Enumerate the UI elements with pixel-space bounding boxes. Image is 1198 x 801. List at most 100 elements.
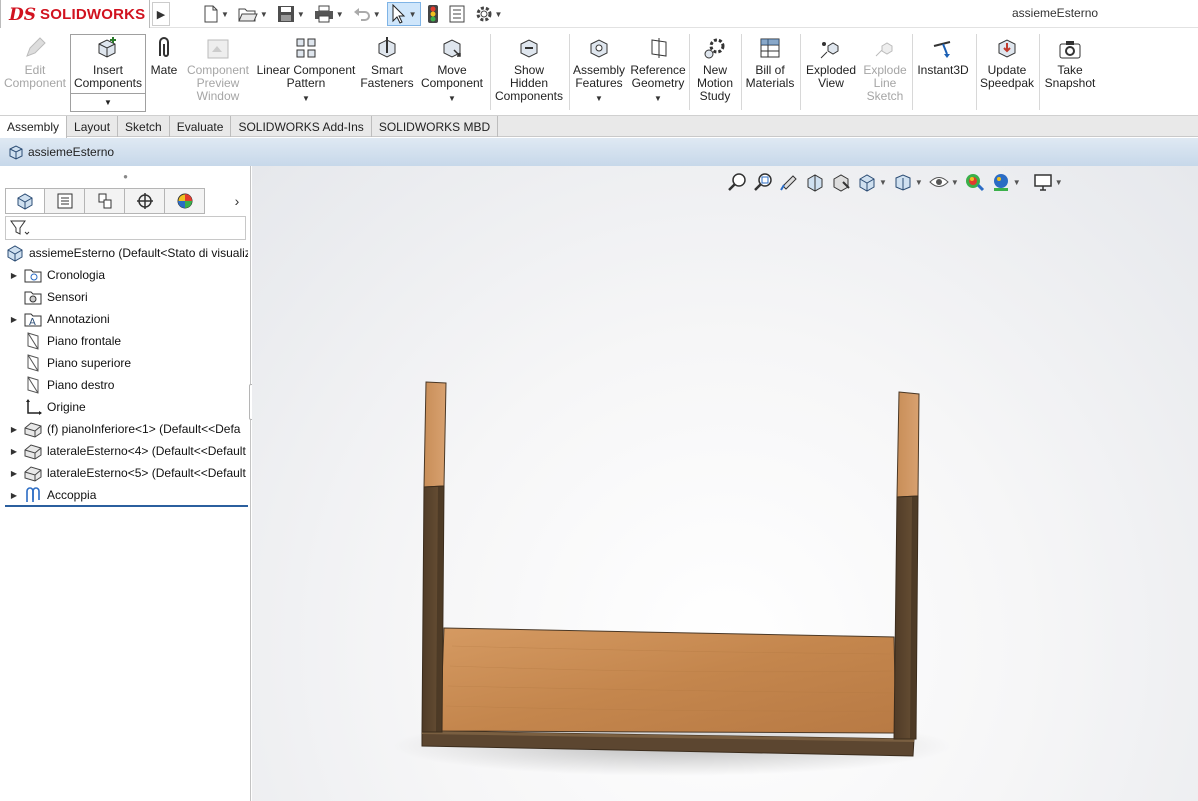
zoom-to-area-button[interactable] — [751, 171, 775, 193]
previous-view-button[interactable] — [777, 171, 801, 193]
tree-item-cronologia[interactable]: ▶ Cronologia — [5, 264, 248, 286]
tree-item-laterale-esterno-4[interactable]: ▶ lateraleEsterno<4> (Default<<Default — [5, 440, 248, 462]
new-document-button[interactable]: ▼ — [200, 2, 232, 26]
view-settings-button[interactable]: ▼ — [1031, 171, 1065, 193]
rebuild-button[interactable] — [424, 2, 442, 26]
smart-fasteners-button[interactable]: Smart Fasteners — [358, 32, 416, 112]
undo-dropdown-chevron-icon[interactable]: ▼ — [373, 10, 381, 19]
mate-button[interactable]: Mate — [148, 32, 180, 112]
new-motion-study-button[interactable]: New Motion Study — [691, 32, 739, 112]
annotation-icon: A — [24, 313, 42, 327]
expand-chevron-icon[interactable]: ▶ — [5, 315, 23, 324]
print-dropdown-chevron-icon[interactable]: ▼ — [336, 10, 344, 19]
tree-item-laterale-esterno-5[interactable]: ▶ lateraleEsterno<5> (Default<<Default — [5, 462, 248, 484]
tab-evaluate[interactable]: Evaluate — [170, 116, 232, 137]
apply-scene-button[interactable]: ▼ — [989, 171, 1023, 193]
tree-item-piano-superiore[interactable]: Piano superiore — [5, 352, 248, 374]
bottom-board-top-face[interactable] — [439, 627, 897, 734]
print-button[interactable]: ▼ — [311, 2, 347, 26]
assembly-features-dropdown-icon[interactable]: ▼ — [595, 92, 603, 105]
bill-of-materials-button[interactable]: Bill of Materials — [743, 32, 797, 112]
apply-scene-dropdown-icon[interactable]: ▼ — [1013, 178, 1021, 187]
feature-manager-icon — [17, 193, 33, 210]
section-view-button[interactable] — [803, 171, 827, 193]
view-orientation-button[interactable]: ▼ — [855, 171, 889, 193]
view-orientation-dropdown-icon[interactable]: ▼ — [879, 178, 887, 187]
linear-pattern-dropdown-icon[interactable]: ▼ — [302, 92, 310, 105]
display-style-button[interactable]: ▼ — [891, 171, 925, 193]
menu-expand-arrow-icon[interactable]: ▶ — [152, 2, 170, 26]
tab-assembly[interactable]: Assembly — [0, 116, 68, 138]
save-dropdown-chevron-icon[interactable]: ▼ — [297, 10, 305, 19]
tree-item-origine[interactable]: Origine — [5, 396, 248, 418]
tab-sketch[interactable]: Sketch — [118, 116, 170, 137]
tree-item-piano-inferiore[interactable]: ▶ (f) pianoInferiore<1> (Default<<Defa — [5, 418, 248, 440]
select-dropdown-chevron-icon[interactable]: ▼ — [409, 10, 417, 19]
tree-item-annotazioni[interactable]: ▶ A Annotazioni — [5, 308, 248, 330]
reference-geometry-button[interactable]: Reference Geometry ▼ — [629, 32, 687, 112]
edit-component-button[interactable]: Edit Component — [2, 32, 68, 112]
hide-show-dropdown-icon[interactable]: ▼ — [951, 178, 959, 187]
options-dropdown-chevron-icon[interactable]: ▼ — [495, 10, 503, 19]
tab-configuration-manager[interactable] — [85, 188, 125, 214]
tree-filter[interactable] — [5, 216, 246, 240]
assembly-features-button[interactable]: Assembly Features ▼ — [571, 32, 627, 112]
show-hidden-components-button[interactable]: Show Hidden Components — [492, 32, 566, 112]
tree-item-accoppia[interactable]: ▶ Accoppia — [5, 484, 248, 506]
tab-property-manager[interactable] — [45, 188, 85, 214]
tab-display-manager[interactable] — [165, 188, 205, 214]
reference-geometry-dropdown-icon[interactable]: ▼ — [654, 92, 662, 105]
expand-chevron-icon[interactable]: ▶ — [5, 447, 23, 456]
graphics-area[interactable] — [252, 166, 1198, 801]
breadcrumb-label[interactable]: assiemeEsterno — [28, 145, 114, 159]
file-properties-button[interactable] — [445, 2, 469, 26]
options-gear-icon — [476, 6, 492, 22]
edit-appearance-button[interactable] — [963, 171, 987, 193]
view-settings-dropdown-icon[interactable]: ▼ — [1055, 178, 1063, 187]
expand-chevron-icon[interactable]: ▶ — [5, 469, 23, 478]
tab-solidworks-mbd[interactable]: SOLIDWORKS MBD — [372, 116, 499, 137]
dynamic-annotation-button[interactable] — [829, 171, 853, 193]
new-dropdown-chevron-icon[interactable]: ▼ — [221, 10, 229, 19]
take-snapshot-button[interactable]: Take Snapshot — [1041, 32, 1099, 112]
feature-manager-panel: ● › assiemeEsterno (Default<Stato di vis… — [0, 166, 251, 801]
expand-chevron-icon[interactable]: ▶ — [5, 271, 23, 280]
undo-button[interactable]: ▼ — [350, 2, 384, 26]
tab-dimxpert-manager[interactable] — [125, 188, 165, 214]
tab-feature-manager[interactable] — [5, 188, 45, 214]
select-button[interactable]: ▼ — [386, 2, 421, 26]
hide-show-items-button[interactable]: ▼ — [927, 171, 961, 193]
tree-root[interactable]: assiemeEsterno (Default<Stato di visuali… — [5, 242, 248, 264]
explode-line-sketch-button[interactable]: Explode Line Sketch — [861, 32, 909, 112]
tab-solidworks-add-ins[interactable]: SOLIDWORKS Add-Ins — [231, 116, 372, 137]
ribbon-separator — [912, 34, 913, 110]
tree-item-sensori[interactable]: Sensori — [5, 286, 248, 308]
tab-layout[interactable]: Layout — [67, 116, 119, 137]
solidworks-logo-button[interactable]: DS SOLIDWORKS — [0, 0, 150, 30]
display-style-dropdown-icon[interactable]: ▼ — [915, 178, 923, 187]
linear-component-pattern-button[interactable]: Linear Component Pattern ▼ — [256, 32, 356, 112]
save-button[interactable]: ▼ — [274, 2, 308, 26]
move-component-dropdown-icon[interactable]: ▼ — [448, 92, 456, 105]
expand-chevron-icon[interactable]: ▶ — [5, 491, 23, 500]
panel-grip-handle[interactable]: ● — [0, 166, 251, 186]
move-component-button[interactable]: Move Component ▼ — [418, 32, 486, 112]
expand-chevron-icon[interactable]: ▶ — [5, 425, 23, 434]
tree-item-piano-destro[interactable]: Piano destro — [5, 374, 248, 396]
tree-item-label: Piano destro — [47, 378, 115, 392]
panel-tabs-more-chevron-icon[interactable]: › — [228, 188, 246, 214]
left-panel-top-end[interactable] — [423, 381, 447, 488]
zoom-to-fit-button[interactable] — [725, 171, 749, 193]
tree-item-piano-frontale[interactable]: Piano frontale — [5, 330, 248, 352]
open-dropdown-chevron-icon[interactable]: ▼ — [260, 10, 268, 19]
exploded-view-button[interactable]: Exploded View — [803, 32, 859, 112]
options-button[interactable]: ▼ — [472, 2, 506, 26]
open-button[interactable]: ▼ — [235, 2, 271, 26]
rollback-bar[interactable] — [5, 505, 248, 507]
update-speedpak-button[interactable]: Update Speedpak — [978, 32, 1036, 112]
insert-components-button[interactable]: Insert Components — [70, 32, 146, 112]
assembly-3d-model[interactable] — [252, 166, 1198, 801]
component-preview-window-button[interactable]: Component Preview Window — [182, 32, 254, 112]
right-panel-top-end[interactable] — [896, 391, 920, 498]
instant3d-button[interactable]: Instant3D — [914, 32, 972, 112]
